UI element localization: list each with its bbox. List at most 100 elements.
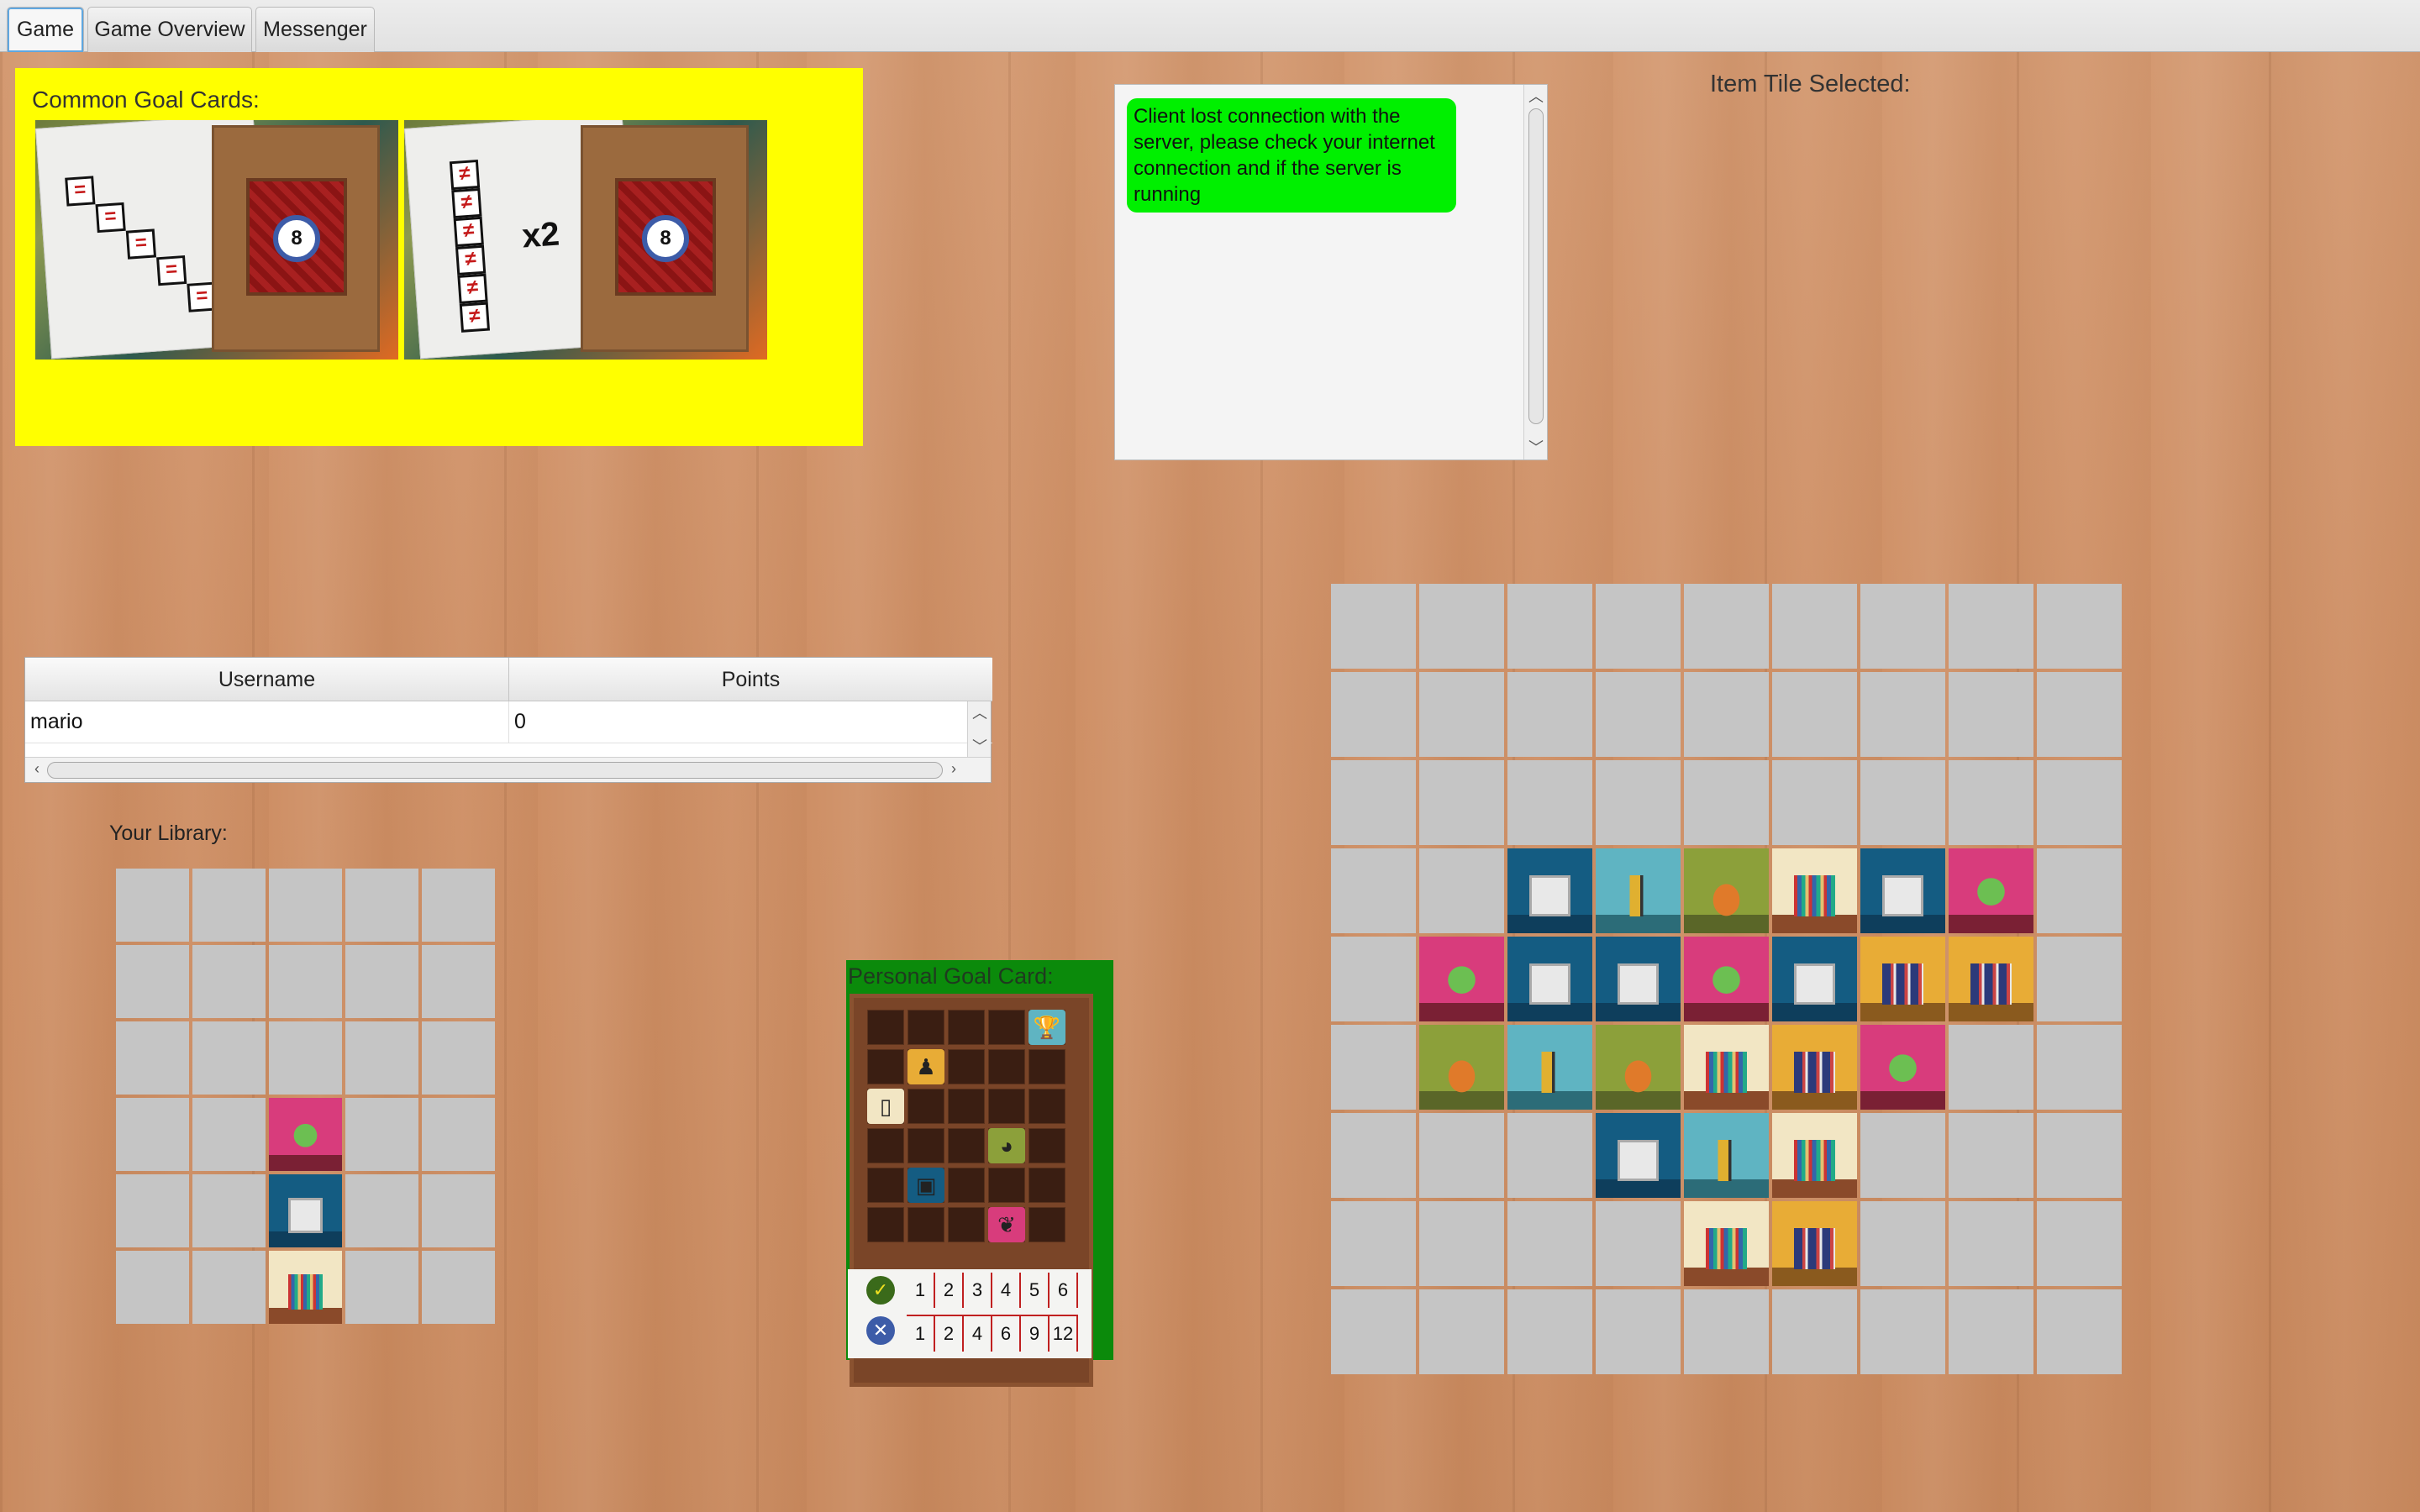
library-cell[interactable] [345,1098,418,1171]
board-tile-frames[interactable] [1596,1113,1681,1198]
vertical-scrollbar[interactable]: ︿ ﹀ [1523,85,1547,459]
board-cell[interactable] [1772,760,1857,845]
board-tile-trophies[interactable] [1596,848,1681,933]
board-cell[interactable] [1331,1201,1416,1286]
board-cell[interactable] [1507,672,1592,757]
library-cell[interactable] [192,1174,266,1247]
library-cell[interactable] [422,1174,495,1247]
board-cell[interactable] [1419,672,1504,757]
board-tile-trophies[interactable] [1684,1113,1769,1198]
board-cell[interactable] [1772,1289,1857,1374]
scroll-down-icon[interactable]: ﹀ [1524,436,1548,458]
library-cell[interactable] [422,869,495,942]
board-cell[interactable] [1772,672,1857,757]
scroll-up-icon[interactable]: ︿ [1524,85,1548,107]
board-cell[interactable] [1684,672,1769,757]
board-tile-cats[interactable] [1419,1025,1504,1110]
library-tile-books[interactable] [269,1251,342,1324]
board-cell[interactable] [2037,937,2122,1021]
board-cell[interactable] [1419,848,1504,933]
cell-username[interactable]: mario [25,701,509,743]
board-tile-plants[interactable] [1419,937,1504,1021]
library-cell[interactable] [116,1174,189,1247]
board-cell[interactable] [1860,1289,1945,1374]
board-cell[interactable] [1331,672,1416,757]
library-cell[interactable] [422,1251,495,1324]
board-tile-games[interactable] [1772,1201,1857,1286]
library-cell[interactable] [116,1021,189,1095]
board-cell[interactable] [1596,760,1681,845]
board-tile-plants[interactable] [1684,937,1769,1021]
board-cell[interactable] [1507,1201,1592,1286]
board-tile-cats[interactable] [1596,1025,1681,1110]
library-cell[interactable] [116,869,189,942]
board-cell[interactable] [1596,672,1681,757]
board-tile-frames[interactable] [1772,937,1857,1021]
table-vertical-scrollbar[interactable]: ︿ ﹀ [967,701,991,757]
scroll-down-icon[interactable]: ﹀ [968,735,992,757]
scrollbar-thumb[interactable] [47,762,943,779]
board-tile-books[interactable] [1772,848,1857,933]
column-header-username[interactable]: Username [25,658,509,701]
board-tile-frames[interactable] [1860,848,1945,933]
board-cell[interactable] [2037,1113,2122,1198]
board-cell[interactable] [1860,584,1945,669]
board-cell[interactable] [1949,1201,2033,1286]
library-cell[interactable] [116,945,189,1018]
library-cell[interactable] [345,945,418,1018]
board-cell[interactable] [1331,937,1416,1021]
library-cell[interactable] [192,1098,266,1171]
tab-messenger[interactable]: Messenger [255,7,375,52]
board-cell[interactable] [1331,1025,1416,1110]
board-tile-games[interactable] [1860,937,1945,1021]
board-cell[interactable] [1331,760,1416,845]
board-tile-books[interactable] [1684,1025,1769,1110]
board-tile-plants[interactable] [1860,1025,1945,1110]
library-cell[interactable] [192,869,266,942]
board-cell[interactable] [1331,1113,1416,1198]
board-cell[interactable] [1507,1113,1592,1198]
library-cell[interactable] [422,945,495,1018]
library-cell[interactable] [192,1251,266,1324]
board-cell[interactable] [2037,584,2122,669]
board-cell[interactable] [1949,672,2033,757]
board-cell[interactable] [2037,1201,2122,1286]
board-cell[interactable] [1949,1113,2033,1198]
common-goal-card-1[interactable]: = = = = = 8 [35,120,398,360]
board-cell[interactable] [1949,1289,2033,1374]
board-cell[interactable] [1684,1289,1769,1374]
board-cell[interactable] [1507,1289,1592,1374]
cell-points[interactable]: 0 [509,701,992,743]
board-tile-games[interactable] [1949,937,2033,1021]
board-tile-games[interactable] [1772,1025,1857,1110]
scroll-up-icon[interactable]: ︿ [968,701,992,723]
board-cell[interactable] [1331,848,1416,933]
board-cell[interactable] [2037,1025,2122,1110]
scroll-right-icon[interactable]: › [942,760,965,778]
board-tile-books[interactable] [1772,1113,1857,1198]
library-tile-plants[interactable] [269,1098,342,1171]
library-cell[interactable] [116,1251,189,1324]
board-cell[interactable] [1949,760,2033,845]
board-cell[interactable] [2037,848,2122,933]
board-cell[interactable] [1507,760,1592,845]
library-cell[interactable] [116,1098,189,1171]
board-cell[interactable] [1684,584,1769,669]
board-cell[interactable] [1507,584,1592,669]
board-cell[interactable] [1596,1289,1681,1374]
library-cell[interactable] [269,945,342,1018]
board-cell[interactable] [1419,760,1504,845]
board-cell[interactable] [1419,584,1504,669]
board-tile-trophies[interactable] [1507,1025,1592,1110]
board-tile-plants[interactable] [1949,848,2033,933]
board-cell[interactable] [1419,1289,1504,1374]
library-cell[interactable] [422,1021,495,1095]
library-cell[interactable] [269,869,342,942]
board-cell[interactable] [1419,1113,1504,1198]
board-cell[interactable] [1331,584,1416,669]
scrollbar-thumb[interactable] [1528,108,1544,424]
library-cell[interactable] [422,1098,495,1171]
library-cell[interactable] [345,1174,418,1247]
board-cell[interactable] [1684,760,1769,845]
board-cell[interactable] [1949,1025,2033,1110]
